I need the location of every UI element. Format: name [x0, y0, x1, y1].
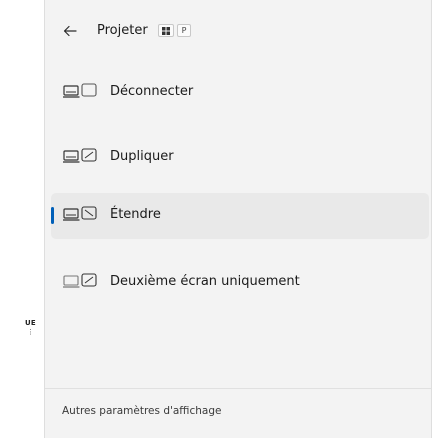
background-more-icon: ⋮ [27, 328, 34, 336]
second-screen-only-icon [63, 273, 97, 288]
panel-title: Projeter [97, 23, 148, 38]
option-second-screen-only[interactable]: Deuxième écran uniquement [51, 260, 429, 306]
footer-divider [45, 388, 431, 389]
windows-key-badge [158, 24, 174, 37]
background-window: UE ⋮ [0, 0, 44, 438]
more-display-settings-link[interactable]: Autres paramètres d'affichage [62, 405, 221, 417]
option-label: Déconnecter [110, 84, 194, 99]
windows-logo-icon [162, 26, 170, 35]
option-label: Deuxième écran uniquement [110, 274, 300, 289]
duplicate-icon [63, 148, 97, 163]
option-disconnect[interactable]: Déconnecter [51, 70, 429, 116]
option-extend[interactable]: Étendre [51, 193, 429, 239]
extend-icon [63, 206, 97, 221]
project-panel: Projeter P Déconnecter Dupliquer Étendre… [44, 0, 432, 438]
pc-screen-only-icon [63, 83, 97, 98]
option-label: Dupliquer [110, 149, 174, 164]
arrow-left-icon [63, 25, 77, 37]
background-clipped-text: UE [25, 319, 36, 327]
option-label: Étendre [110, 207, 161, 222]
option-duplicate[interactable]: Dupliquer [51, 135, 429, 181]
selection-indicator [51, 207, 54, 224]
back-button[interactable] [59, 20, 81, 42]
panel-header: Projeter P [45, 16, 431, 44]
p-key-badge: P [177, 24, 191, 37]
